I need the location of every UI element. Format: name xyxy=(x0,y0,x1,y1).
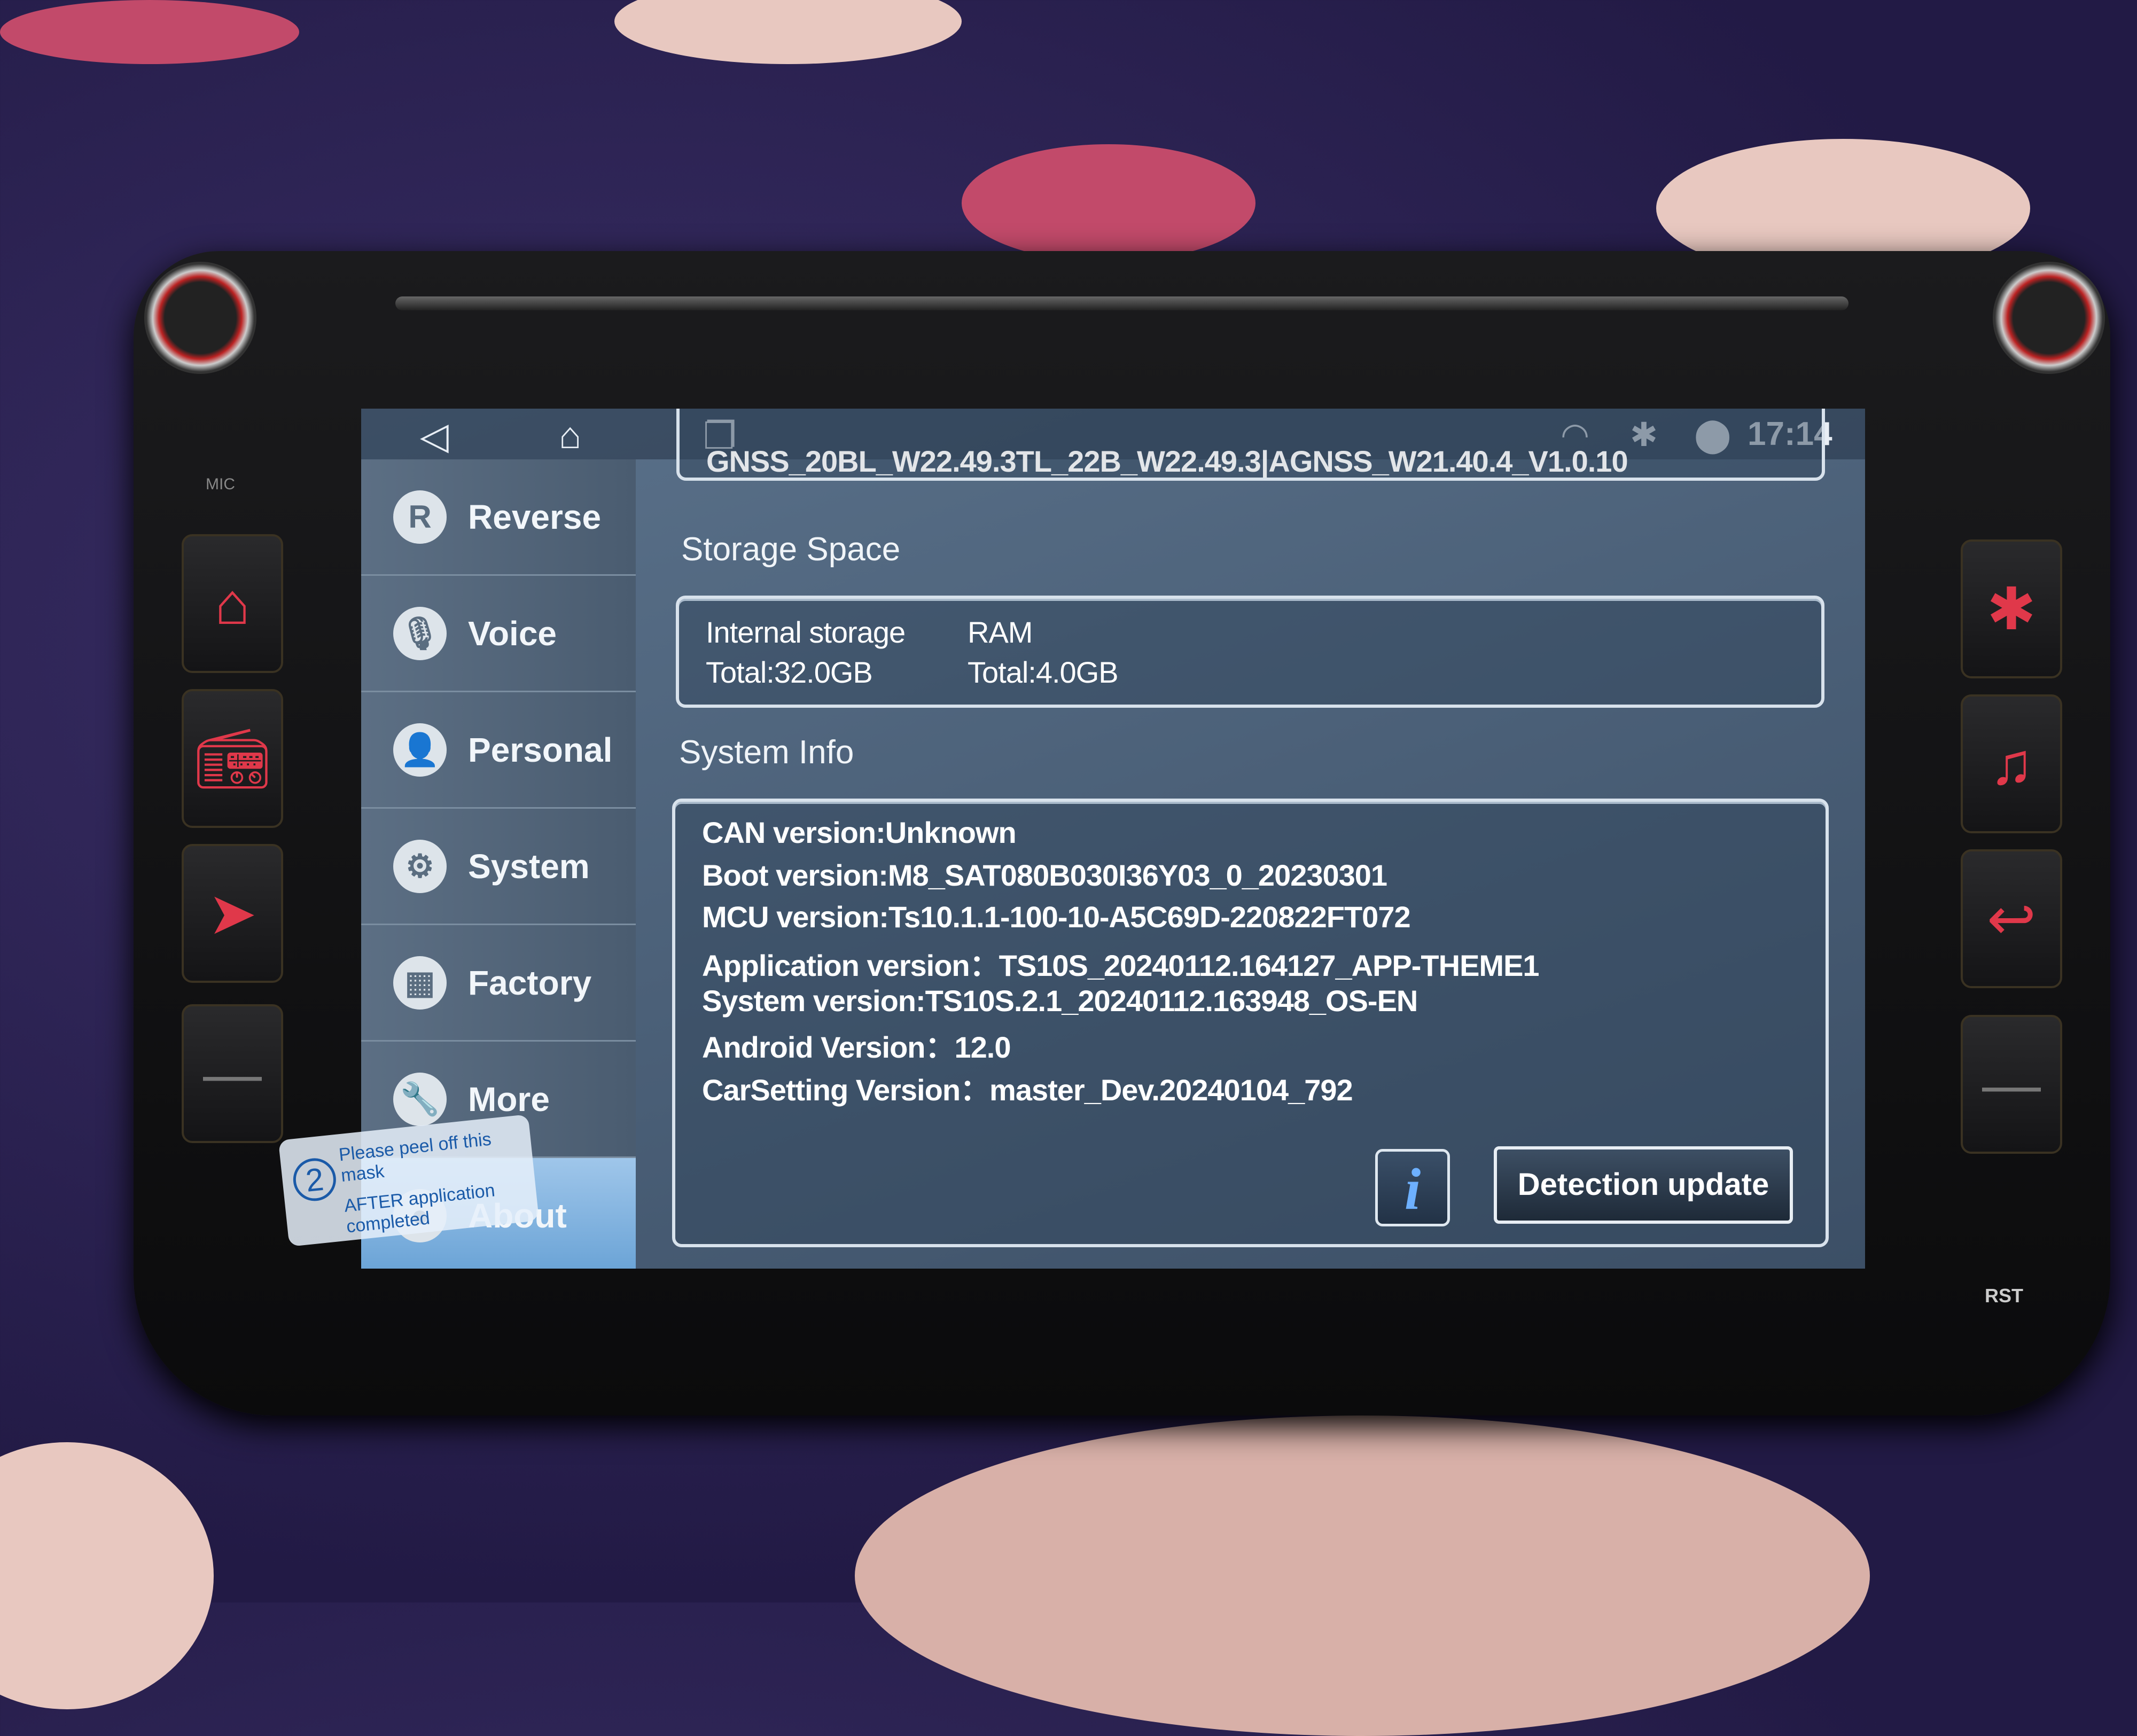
system-info-heading: System Info xyxy=(679,734,854,771)
back-icon: ↩ xyxy=(1986,886,2037,952)
home-icon[interactable]: ⌂ xyxy=(559,414,581,457)
info-button[interactable]: i xyxy=(1375,1149,1450,1226)
home-icon: ⌂ xyxy=(214,570,251,637)
system-info-box: CAN version:Unknown Boot version:M8_SAT0… xyxy=(672,799,1829,1247)
gnss-info-box: GNSS_20BL_W22.49.3TL_22B_W22.49.3|AGNSS_… xyxy=(676,409,1825,481)
hw-navigation-button[interactable]: ➤ xyxy=(182,844,283,983)
sidebar-item-label: Reverse xyxy=(468,497,602,536)
sticker-line-1: Please peel off this mask xyxy=(338,1129,493,1186)
hw-volume-down-button[interactable]: — xyxy=(182,1004,283,1143)
left-knob[interactable] xyxy=(144,262,256,374)
minus-icon: — xyxy=(1982,1051,2041,1117)
factory-icon: ▦ xyxy=(393,956,447,1010)
disc-slot xyxy=(395,296,1849,310)
detection-update-button[interactable]: Detection update xyxy=(1494,1146,1793,1224)
minus-icon: — xyxy=(203,1041,262,1107)
info-icon: i xyxy=(1404,1156,1421,1222)
storage-heading: Storage Space xyxy=(681,531,901,568)
hw-bluetooth-button[interactable]: ✱ xyxy=(1961,539,2062,678)
sidebar-item-reverse[interactable]: R Reverse xyxy=(361,459,636,576)
wrench-icon: 🔧 xyxy=(393,1072,447,1126)
reverse-icon: R xyxy=(393,490,447,544)
internal-storage-label: Internal storage xyxy=(706,615,906,649)
sidebar-item-label: More xyxy=(468,1080,550,1119)
fabric-pattern xyxy=(0,0,299,64)
sidebar-item-label: Personal xyxy=(468,730,613,769)
sidebar-item-label: Voice xyxy=(468,614,557,653)
hw-volume-up-button[interactable]: — xyxy=(1961,1015,2062,1154)
application-version: Application version：TS10S_20240112.16412… xyxy=(702,949,1540,982)
sidebar-item-system[interactable]: ⚙ System xyxy=(361,809,636,925)
sidebar-item-factory[interactable]: ▦ Factory xyxy=(361,925,636,1042)
mic-label: MIC xyxy=(206,475,235,493)
mcu-version: MCU version:Ts10.1.1-100-10-A5C69D-22082… xyxy=(702,900,1411,934)
fabric-pattern xyxy=(0,1442,214,1709)
microphone-icon: 🎙 xyxy=(393,606,447,660)
boot-version: Boot version:M8_SAT080B030I36Y03_0_20230… xyxy=(702,858,1387,892)
hw-back-button[interactable]: ↩ xyxy=(1961,849,2062,988)
system-version: System version:TS10S.2.1_20240112.163948… xyxy=(702,984,1418,1018)
right-knob[interactable] xyxy=(1993,262,2105,374)
sidebar-item-personal[interactable]: 👤 Personal xyxy=(361,692,636,809)
navigation-icon: ➤ xyxy=(207,881,258,947)
radio-icon: 📻︎ xyxy=(195,725,270,792)
fabric-pattern xyxy=(614,0,962,64)
hw-music-button[interactable]: ♫ xyxy=(1961,694,2062,833)
touchscreen: ◁ ⌂ ❐ ◠ ✱ ⬤ 17:14 RReverse 🎙Voice 👤Perso… xyxy=(361,409,1865,1269)
hw-radio-button[interactable]: 📻︎ xyxy=(182,689,283,828)
back-triangle-icon[interactable]: ◁ xyxy=(420,414,449,458)
ram-label: RAM xyxy=(968,615,1033,649)
sidebar-item-voice[interactable]: 🎙 Voice xyxy=(361,576,636,692)
sticker-number: 2 xyxy=(291,1156,338,1203)
gnss-version-line: GNSS_20BL_W22.49.3TL_22B_W22.49.3|AGNSS_… xyxy=(706,444,1628,478)
hw-home-button[interactable]: ⌂ xyxy=(182,534,283,673)
ram-total: Total:4.0GB xyxy=(968,655,1119,689)
bluetooth-icon: ✱ xyxy=(1986,576,2037,642)
can-version: CAN version:Unknown xyxy=(702,816,1017,849)
carsetting-version: CarSetting Version：master_Dev.20240104_7… xyxy=(702,1073,1353,1107)
music-icon: ♫ xyxy=(1989,731,2034,797)
rst-label: RST xyxy=(1985,1285,2023,1307)
internal-storage-total: Total:32.0GB xyxy=(706,655,873,689)
sidebar-item-label: System xyxy=(468,847,590,886)
sidebar-item-label: Factory xyxy=(468,963,592,1002)
android-version: Android Version：12.0 xyxy=(702,1030,1011,1064)
fabric-pattern xyxy=(962,144,1255,262)
person-icon: 👤 xyxy=(393,723,447,777)
fabric-pattern xyxy=(855,1416,1870,1736)
storage-box: Internal storage Total:32.0GB RAM Total:… xyxy=(676,596,1824,708)
gear-icon: ⚙ xyxy=(393,839,447,893)
